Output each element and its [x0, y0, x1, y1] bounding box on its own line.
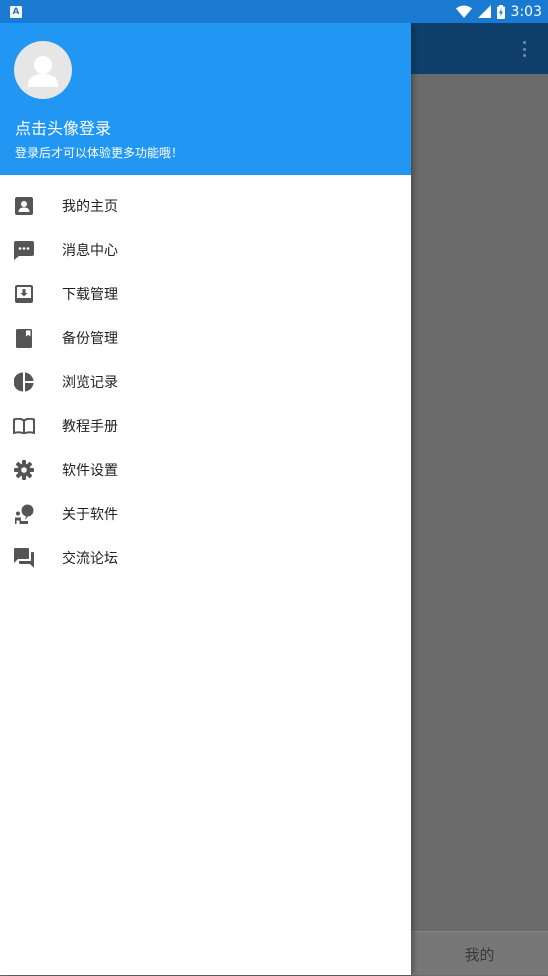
menu-label: 教程手册 [62, 419, 118, 435]
download-box-icon [12, 282, 36, 306]
menu-item-my-homepage[interactable]: 我的主页 [0, 184, 411, 228]
menu-label: 关于软件 [62, 507, 118, 523]
menu-label: 备份管理 [62, 331, 118, 347]
status-time: 3:03 [510, 3, 542, 20]
menu-label: 交流论坛 [62, 551, 118, 567]
drawer-menu: 我的主页 消息中心 下载管理 备份管理 浏览记录 教程手册 软件设置 关于软件 … [0, 175, 411, 580]
forum-icon [12, 546, 36, 570]
about-person-icon [12, 502, 36, 526]
backup-book-icon [12, 326, 36, 350]
open-book-icon [12, 414, 36, 438]
menu-label: 浏览记录 [62, 375, 118, 391]
menu-item-about-software[interactable]: 关于软件 [0, 492, 411, 536]
notification-app-icon: A [10, 5, 22, 18]
cell-signal-icon [477, 5, 491, 18]
status-right: 3:03 [455, 3, 542, 20]
wifi-icon [455, 5, 472, 18]
navigation-drawer: 点击头像登录 登录后才可以体验更多功能哦！ 我的主页 消息中心 下载管理 备份管… [0, 23, 411, 975]
menu-label: 下载管理 [62, 287, 118, 303]
menu-item-backup-management[interactable]: 备份管理 [0, 316, 411, 360]
account-box-icon [12, 194, 36, 218]
pie-chart-icon [12, 370, 36, 394]
avatar[interactable] [14, 41, 72, 99]
status-bar: A 3:03 [0, 0, 548, 23]
menu-item-discussion-forum[interactable]: 交流论坛 [0, 536, 411, 580]
menu-item-message-center[interactable]: 消息中心 [0, 228, 411, 272]
menu-item-software-settings[interactable]: 软件设置 [0, 448, 411, 492]
status-left: A [10, 5, 22, 18]
menu-label: 我的主页 [62, 199, 118, 215]
person-icon [28, 56, 58, 87]
drawer-header: 点击头像登录 登录后才可以体验更多功能哦！ [0, 23, 411, 175]
battery-charging-icon [496, 4, 505, 19]
more-options-icon[interactable] [522, 41, 526, 57]
menu-label: 消息中心 [62, 243, 118, 259]
tab-mine[interactable]: 我的 [411, 932, 548, 976]
login-prompt-subtitle: 登录后才可以体验更多功能哦！ [15, 146, 184, 160]
login-prompt-title[interactable]: 点击头像登录 [15, 115, 111, 139]
menu-item-tutorial-manual[interactable]: 教程手册 [0, 404, 411, 448]
message-icon [12, 238, 36, 262]
menu-label: 软件设置 [62, 463, 118, 479]
gear-icon [12, 458, 36, 482]
menu-item-browsing-history[interactable]: 浏览记录 [0, 360, 411, 404]
menu-item-download-management[interactable]: 下载管理 [0, 272, 411, 316]
